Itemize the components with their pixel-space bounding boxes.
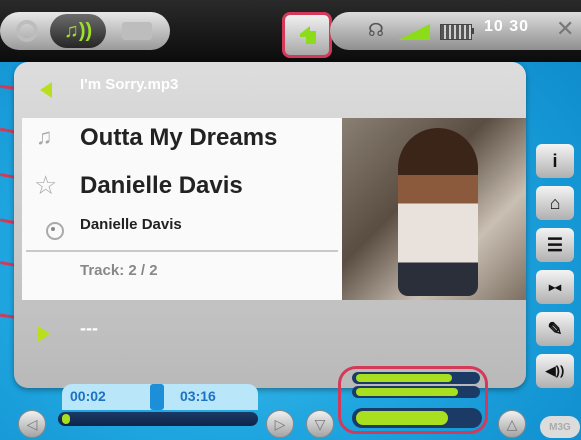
up-level-button[interactable] <box>282 12 332 58</box>
settings-button[interactable]: ✎ <box>536 312 574 346</box>
volume-button[interactable]: ◀)) <box>536 354 574 388</box>
video-icon <box>16 20 38 42</box>
previous-button[interactable]: ◁ <box>18 410 46 438</box>
clock: 10 30 <box>484 18 530 35</box>
play-icon <box>38 326 50 342</box>
next-track: --- <box>80 318 98 338</box>
volume-level-icon <box>398 24 430 40</box>
volume-down-button[interactable]: ▽ <box>306 410 334 438</box>
album-art-figure <box>398 128 478 296</box>
playback-mode-button[interactable]: ▸◂ <box>536 270 574 304</box>
wrench-icon: ✎ <box>547 318 563 339</box>
video-mode-button[interactable] <box>4 14 50 48</box>
note-icon: ♫ <box>36 124 53 149</box>
volume-up-button[interactable]: △ <box>498 410 526 438</box>
info-icon: i <box>552 150 558 171</box>
volume-highlight <box>338 366 488 434</box>
total-time: 03:16 <box>180 388 216 404</box>
battery-icon <box>440 24 472 40</box>
volume-icon: ◀)) <box>545 363 565 378</box>
chevron-up-icon: △ <box>506 415 518 432</box>
position-marker <box>150 384 164 410</box>
progress-bar[interactable] <box>58 412 258 426</box>
chevron-left-icon: ◁ <box>26 415 38 432</box>
tools-icon[interactable]: ✕ <box>556 16 574 42</box>
playback-mode-icon: ▸◂ <box>548 280 562 294</box>
current-filename: I'm Sorry.mp3 <box>80 76 179 93</box>
music-mode-button[interactable]: ♫)) <box>50 14 106 48</box>
divider <box>26 250 338 252</box>
progress-fill <box>62 414 70 424</box>
next-button[interactable]: ▷ <box>266 410 294 438</box>
browser-mode-button[interactable] <box>110 14 164 48</box>
cd-icon <box>46 222 64 240</box>
back-arrow-icon <box>40 82 52 98</box>
arrow-up-icon <box>300 26 316 44</box>
music-icon: ♫)) <box>63 19 93 42</box>
list-icon: ☰ <box>546 234 564 255</box>
battery-tip <box>471 28 474 34</box>
list-button[interactable]: ☰ <box>536 228 574 262</box>
track-title: Outta My Dreams <box>80 124 278 151</box>
folder-icon <box>122 22 152 40</box>
home-button[interactable]: ⌂ <box>536 186 574 220</box>
cd-icon-center <box>51 227 55 231</box>
elapsed-time: 00:02 <box>70 388 106 404</box>
chevron-down-icon: ▽ <box>314 415 326 432</box>
headphones-icon: ☊ <box>368 20 384 40</box>
track-number: Track: 2 / 2 <box>80 262 158 279</box>
star-icon: ☆ <box>34 170 58 200</box>
chevron-right-icon: ▷ <box>274 415 286 432</box>
track-album: Danielle Davis <box>80 216 182 233</box>
info-button[interactable]: i <box>536 144 574 178</box>
track-artist: Danielle Davis <box>80 172 243 199</box>
model-badge: M3G <box>540 416 580 438</box>
home-icon: ⌂ <box>549 192 561 213</box>
